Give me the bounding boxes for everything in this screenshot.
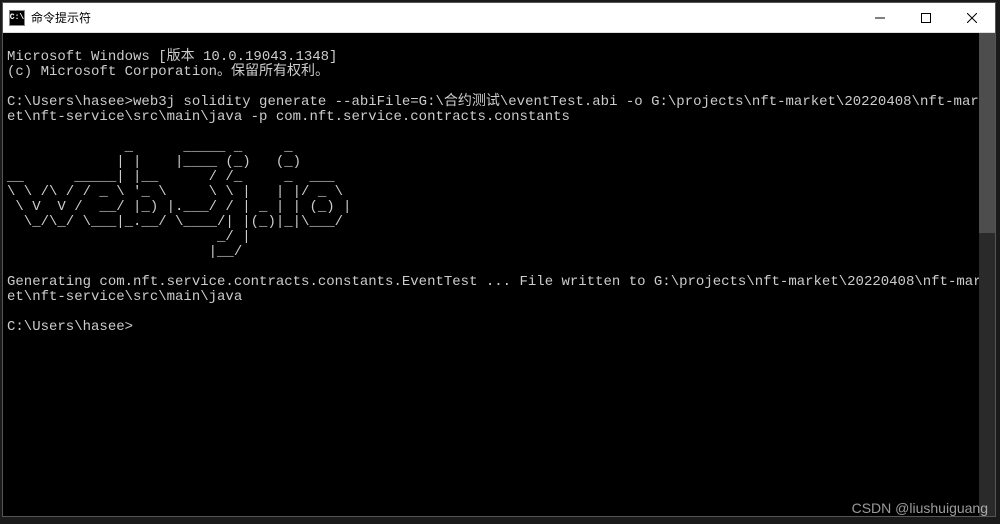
copyright-line: (c) Microsoft Corporation。保留所有权利。 (7, 64, 329, 80)
prompt-line: C:\Users\hasee> (7, 319, 133, 335)
command-line: C:\Users\hasee>web3j solidity generate -… (7, 94, 987, 125)
window-controls (857, 3, 995, 32)
titlebar[interactable]: C:\ 命令提示符 (3, 3, 995, 33)
scrollbar[interactable] (979, 33, 995, 516)
web3j-logo-ascii: _ _____ _ _ | | |____ (_) (_) __ _____| … (7, 139, 360, 260)
os-version-line: Microsoft Windows [版本 10.0.19043.1348] (7, 49, 337, 65)
window-title: 命令提示符 (31, 9, 91, 26)
cmd-window: C:\ 命令提示符 Microsoft Windows [版本 10.0.190… (2, 2, 996, 517)
minimize-button[interactable] (857, 3, 903, 32)
scrollbar-thumb[interactable] (979, 33, 995, 233)
close-button[interactable] (949, 3, 995, 32)
maximize-button[interactable] (903, 3, 949, 32)
cmd-icon: C:\ (9, 10, 25, 26)
titlebar-left: C:\ 命令提示符 (3, 9, 91, 26)
terminal-output[interactable]: Microsoft Windows [版本 10.0.19043.1348] (… (3, 33, 995, 516)
output-line: Generating com.nft.service.contracts.con… (7, 274, 990, 305)
